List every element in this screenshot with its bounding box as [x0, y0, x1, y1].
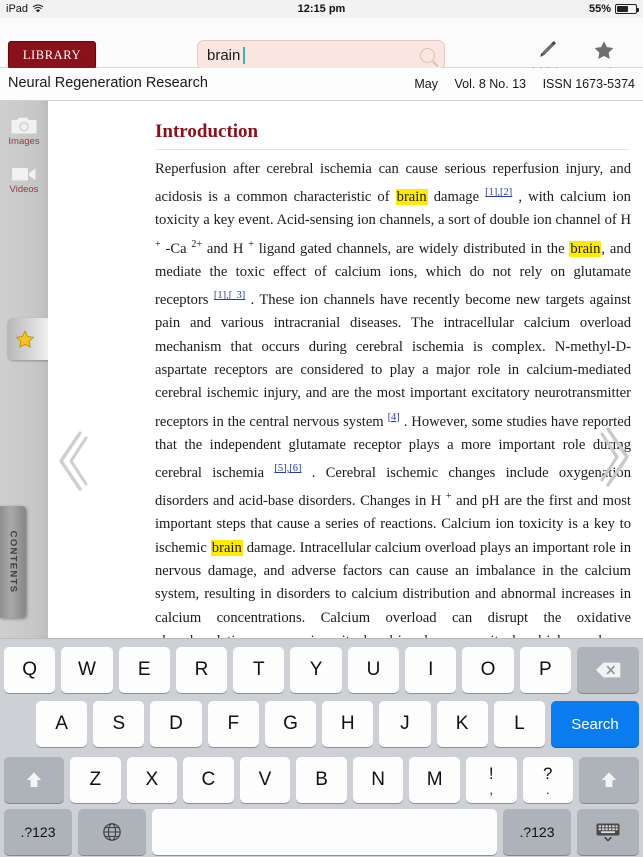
journal-title: Neural Regeneration Research	[8, 75, 208, 91]
keyboard-row-2: A S D F G H J K L Search	[0, 695, 643, 751]
key-u[interactable]: U	[347, 646, 400, 693]
key-v[interactable]: V	[239, 757, 291, 803]
library-button[interactable]: LIBRARY	[8, 41, 96, 69]
sidebar-label-videos: Videos	[9, 184, 39, 195]
citation-reference[interactable]: [1],[ 3]	[214, 290, 245, 301]
status-bar-right: 55%	[588, 3, 639, 15]
key-c[interactable]: C	[183, 757, 234, 803]
key-j[interactable]: J	[379, 701, 431, 747]
key-p[interactable]: P	[519, 646, 571, 693]
key-g[interactable]: G	[264, 701, 317, 747]
key-globe[interactable]	[78, 809, 146, 855]
keyboard-row-3: Z X C V B N M!,?.	[0, 751, 643, 807]
status-bar: iPad 12:15 pm 55%	[0, 0, 643, 18]
text-caret	[243, 47, 245, 64]
superscript: 2+	[191, 238, 203, 250]
star-icon	[594, 41, 614, 59]
search-icon[interactable]	[420, 48, 435, 63]
key-primary-label: !	[488, 763, 494, 783]
key-d[interactable]: D	[150, 701, 202, 747]
key-y[interactable]: Y	[290, 646, 342, 693]
sidebar-item-videos[interactable]: Videos	[0, 165, 48, 195]
key-space[interactable]	[152, 809, 497, 855]
highlighted-term: brain	[569, 240, 602, 257]
key-h[interactable]: H	[322, 701, 374, 747]
video-camera-icon	[12, 168, 36, 181]
journal-volume: Vol. 8 No. 13	[454, 77, 527, 91]
citation-reference[interactable]: [1],[2]	[485, 187, 512, 198]
key-n[interactable]: N	[352, 757, 404, 803]
key-t[interactable]: T	[233, 646, 285, 693]
clock: 12:15 pm	[297, 3, 346, 15]
key-primary-label: ?	[543, 763, 553, 783]
star-icon	[15, 330, 35, 348]
sidebar-item-images[interactable]: Images	[0, 115, 48, 147]
top-toolbar: LIBRARY brain Highlights Favorites	[0, 18, 643, 78]
shift-arrow-icon	[26, 772, 42, 787]
key-x[interactable]: X	[126, 757, 178, 803]
key-numeric-left[interactable]: .?123	[4, 809, 72, 855]
journal-issn: ISSN 1673-5374	[542, 77, 635, 91]
key-k[interactable]: K	[436, 701, 488, 747]
key-w[interactable]: W	[61, 646, 113, 693]
key-s[interactable]: S	[93, 701, 145, 747]
journal-meta: May Vol. 8 No. 13 ISSN 1673-5374	[401, 77, 635, 91]
journal-header: Neural Regeneration Research May Vol. 8 …	[0, 68, 643, 101]
on-screen-keyboard: QWERTYUIOP A S D F G H J K L Search Z X C V B N M!,?. .…	[0, 638, 643, 857]
citation-reference[interactable]: [4]	[388, 412, 400, 423]
search-field[interactable]: brain	[197, 40, 445, 70]
key-q[interactable]: Q	[4, 646, 56, 693]
key-o[interactable]: O	[462, 646, 514, 693]
key-e[interactable]: E	[118, 646, 170, 693]
shift-arrow-icon	[601, 772, 617, 787]
key-a[interactable]: A	[36, 701, 88, 747]
key-delete[interactable]	[576, 646, 639, 693]
superscript: +	[248, 238, 254, 250]
superscript: +	[155, 238, 161, 250]
chevron-right-icon[interactable]	[600, 424, 634, 490]
contents-tab[interactable]: CONTENTS	[0, 506, 26, 618]
battery-percent: 55%	[588, 3, 611, 15]
chevron-left-icon[interactable]	[54, 428, 88, 494]
superscript: +	[445, 491, 452, 503]
key-shift-left[interactable]	[4, 757, 64, 803]
key-l[interactable]: L	[493, 701, 545, 747]
key-z[interactable]: Z	[70, 757, 121, 803]
backspace-icon	[595, 662, 621, 677]
key-secondary-label: .	[545, 781, 550, 797]
hide-keyboard-icon	[596, 823, 620, 842]
journal-month: May	[414, 77, 439, 91]
key-numeric-right[interactable]: .?123	[503, 809, 571, 855]
key-punct-2[interactable]: ?.	[522, 757, 574, 803]
ipad-journal-reader: iPad 12:15 pm 55% LIBRARY brain Neural R…	[0, 0, 643, 857]
contents-tab-label: CONTENTS	[7, 530, 19, 594]
keyboard-row-4: .?123 .?123	[0, 807, 643, 857]
key-punct-1[interactable]: !,	[465, 757, 517, 803]
key-secondary-label: ,	[489, 781, 494, 797]
globe-icon	[103, 823, 121, 841]
pencil-icon	[540, 41, 556, 57]
key-m[interactable]: M	[409, 757, 460, 803]
camera-icon	[11, 117, 37, 134]
key-f[interactable]: F	[207, 701, 259, 747]
battery-icon	[615, 4, 639, 14]
citation-reference[interactable]: [5],[6]	[274, 463, 301, 474]
highlighted-term: brain	[395, 189, 428, 206]
highlighted-term: brain	[210, 539, 243, 556]
key-i[interactable]: I	[405, 646, 457, 693]
sidebar-label-images: Images	[8, 136, 40, 147]
key-r[interactable]: R	[175, 646, 228, 693]
title-divider	[155, 149, 629, 150]
search-input-value[interactable]: brain	[207, 47, 240, 64]
keyboard-row-1: QWERTYUIOP	[0, 639, 643, 695]
key-search[interactable]: Search	[550, 701, 639, 747]
key-b[interactable]: B	[296, 757, 347, 803]
page-title: Introduction	[155, 121, 259, 142]
key-shift-right[interactable]	[579, 757, 640, 803]
key-hide-keyboard[interactable]	[577, 809, 639, 855]
